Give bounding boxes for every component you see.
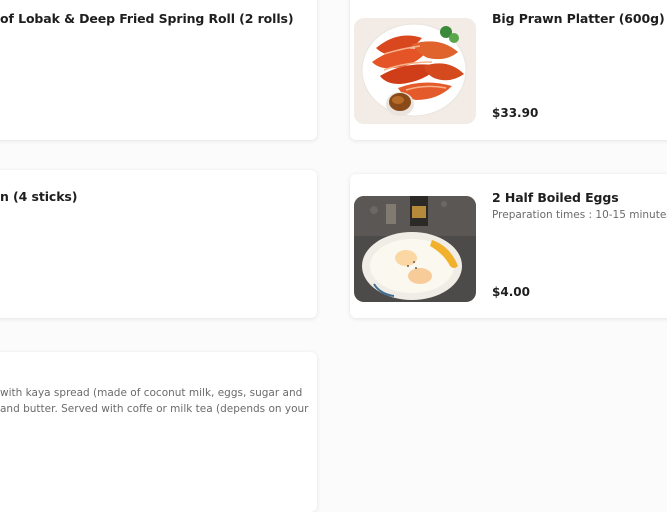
item-title: Big Prawn Platter (600g) xyxy=(492,11,665,26)
menu-item-card[interactable]: with kaya spread (made of coconut milk, … xyxy=(0,352,317,512)
item-description: with kaya spread (made of coconut milk, … xyxy=(0,385,309,417)
description-line: with kaya spread (made of coconut milk, … xyxy=(0,387,303,399)
prawn-platter-photo-icon xyxy=(354,18,476,124)
menu-item-card[interactable]: Big Prawn Platter (600g) $33.90 xyxy=(350,0,667,140)
prawn-platter-image xyxy=(354,18,476,124)
description-line: and butter. Served with coffe or milk te… xyxy=(0,403,309,415)
item-title: 2 Half Boiled Eggs xyxy=(492,190,619,205)
half-boiled-eggs-image xyxy=(354,196,476,302)
item-title: of Lobak & Deep Fried Spring Roll (2 rol… xyxy=(0,11,294,26)
menu-item-card[interactable]: n (4 sticks) xyxy=(0,170,317,318)
menu-item-card[interactable]: of Lobak & Deep Fried Spring Roll (2 rol… xyxy=(0,0,317,140)
item-price: $33.90 xyxy=(492,106,539,120)
half-boiled-eggs-photo-icon xyxy=(354,196,476,302)
item-price: $4.00 xyxy=(492,285,530,299)
menu-item-card[interactable]: 2 Half Boiled Eggs Preparation times : 1… xyxy=(350,174,667,318)
item-title: n (4 sticks) xyxy=(0,189,78,204)
item-prep-time: Preparation times : 10-15 minutes xyxy=(492,209,667,221)
